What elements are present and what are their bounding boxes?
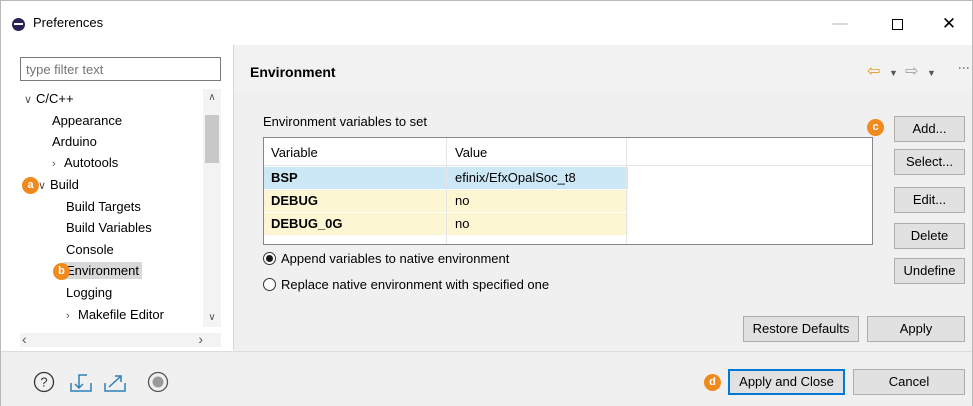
radio-append[interactable]: Append variables to native environment [263, 251, 509, 266]
column-separator [626, 138, 627, 244]
export-icon[interactable] [103, 371, 127, 393]
tree-item-makefile-editor[interactable]: › Makefile Editor [66, 305, 164, 325]
panel-header [234, 45, 972, 91]
back-arrow-icon[interactable]: ⇦ [867, 61, 880, 81]
annotation-badge-a: a [22, 177, 39, 194]
variable-cell: DEBUG_0G [271, 216, 343, 231]
preferences-tree: ∨ C/C++ Appearance Arduino › Autotools ∨ Bu… [20, 89, 221, 333]
title-bar: Preferences — ✕ [1, 1, 972, 45]
undefine-button[interactable]: Undefine [894, 258, 965, 284]
help-icon[interactable]: ? [33, 371, 55, 393]
forward-arrow-icon[interactable]: ⇨ [905, 61, 918, 81]
window-title: Preferences [33, 15, 104, 30]
back-dropdown-icon[interactable]: ▼ [889, 68, 898, 78]
scroll-thumb[interactable] [205, 115, 219, 163]
page-title: Environment [250, 64, 336, 80]
annotation-badge-c: c [867, 119, 884, 136]
close-button[interactable]: ✕ [926, 9, 972, 39]
tree-item-build-variables[interactable]: Build Variables [66, 218, 152, 238]
tree-item-logging[interactable]: Logging [66, 283, 112, 303]
chevron-right-icon[interactable]: › [52, 154, 64, 174]
variable-cell: DEBUG [271, 193, 318, 208]
column-separator [446, 138, 447, 244]
tree-vertical-scrollbar[interactable]: ∧ ∨ [203, 89, 221, 327]
add-button[interactable]: Add... [894, 116, 965, 142]
maximize-button[interactable] [874, 9, 920, 39]
edit-button[interactable]: Edit... [894, 187, 965, 213]
eclipse-icon [12, 18, 25, 31]
chevron-right-icon[interactable]: › [66, 306, 78, 326]
annotation-badge-b: b [53, 263, 70, 280]
minimize-button[interactable]: — [817, 9, 863, 39]
radio-replace[interactable]: Replace native environment with specifie… [263, 277, 549, 292]
tree-item-build-targets[interactable]: Build Targets [66, 197, 141, 217]
tree-item-console[interactable]: Console [66, 240, 114, 260]
filter-input[interactable] [20, 57, 221, 81]
scroll-left-icon[interactable]: ‹ [22, 331, 27, 347]
scroll-down-icon[interactable]: ∨ [203, 309, 221, 327]
svg-text:?: ? [40, 375, 47, 390]
import-icon[interactable] [69, 371, 93, 393]
radio-selected-icon[interactable] [263, 252, 276, 265]
forward-dropdown-icon[interactable]: ▼ [927, 68, 936, 78]
variable-cell: BSP [271, 170, 298, 185]
tree-horizontal-scrollbar[interactable]: ‹ › [20, 331, 221, 347]
scroll-up-icon[interactable]: ∧ [203, 89, 221, 107]
tree-item-appearance[interactable]: Appearance [52, 111, 122, 131]
environment-table[interactable]: Variable Value BSP efinix/EfxOpalSoc_t8 … [263, 137, 873, 245]
tree-item-cc[interactable]: ∨ C/C++ [24, 89, 74, 109]
column-header-variable[interactable]: Variable [271, 145, 318, 160]
tree-item-environment[interactable]: Environment [63, 261, 142, 281]
restore-defaults-button[interactable]: Restore Defaults [743, 316, 859, 342]
value-cell: no [455, 216, 470, 231]
value-cell: efinix/EfxOpalSoc_t8 [455, 170, 576, 185]
maximize-icon [891, 18, 903, 30]
delete-button[interactable]: Delete [894, 223, 965, 249]
apply-and-close-button[interactable]: Apply and Close [728, 369, 845, 395]
annotation-badge-d: d [704, 374, 721, 391]
tree-item-build[interactable]: ∨ Build [38, 175, 79, 195]
variables-group-label: Environment variables to set [263, 114, 428, 129]
view-menu-icon[interactable]: ⋮ [957, 62, 971, 73]
apply-button[interactable]: Apply [867, 316, 965, 342]
tree-item-autotools[interactable]: › Autotools [52, 153, 118, 173]
table-header: Variable Value [264, 138, 872, 166]
select-button[interactable]: Select... [894, 149, 965, 175]
chevron-down-icon[interactable]: ∨ [24, 90, 36, 110]
value-cell: no [455, 193, 470, 208]
record-icon[interactable] [147, 371, 169, 393]
column-header-value[interactable]: Value [455, 145, 487, 160]
radio-unselected-icon[interactable] [263, 278, 276, 291]
preferences-window: Preferences — ✕ ∨C/C++ Appearance Arduin… [0, 0, 973, 406]
chevron-down-icon[interactable]: ∨ [38, 176, 50, 196]
cancel-button[interactable]: Cancel [853, 369, 965, 395]
tree-item-arduino[interactable]: Arduino [52, 132, 97, 152]
scroll-right-icon[interactable]: › [198, 331, 203, 347]
